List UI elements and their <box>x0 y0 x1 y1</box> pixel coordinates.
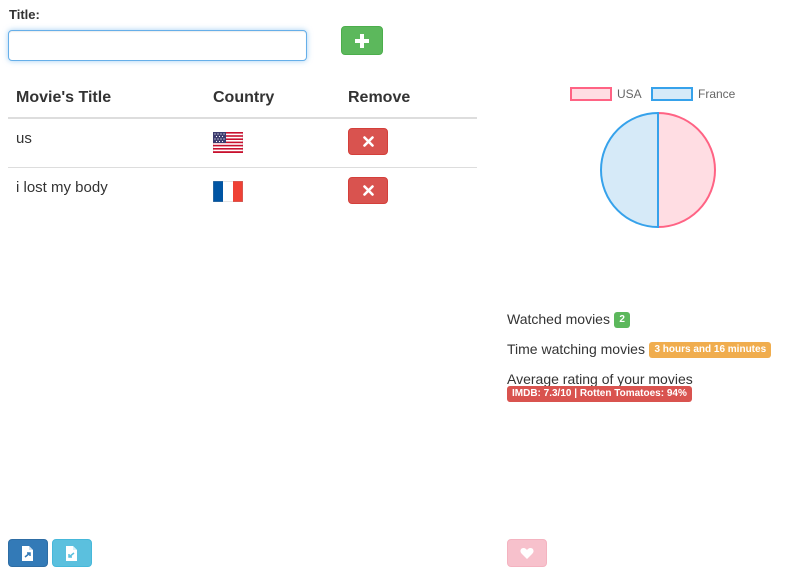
import-button[interactable] <box>52 539 92 567</box>
header-remove: Remove <box>348 88 411 106</box>
watched-count-badge: 2 <box>614 311 630 328</box>
title-input[interactable] <box>8 30 307 61</box>
time-watching-badge: 3 hours and 16 minutes <box>649 341 772 358</box>
close-icon <box>362 136 374 147</box>
usa-flag-icon <box>212 131 244 154</box>
header-title: Movie's Title <box>16 88 112 106</box>
title-label: Title: <box>9 7 40 22</box>
pie-slice-usa <box>657 111 716 229</box>
table-header: Movie's Title Country Remove <box>8 78 477 119</box>
add-movie-button[interactable] <box>341 26 383 55</box>
close-icon <box>362 185 374 196</box>
heart-icon <box>520 547 534 559</box>
watched-movies-label: Watched movies <box>507 311 610 327</box>
pie-slices <box>600 111 716 229</box>
like-button[interactable] <box>507 539 547 567</box>
legend-label-france: France <box>698 87 736 101</box>
plus-icon <box>355 33 369 48</box>
remove-button[interactable] <box>348 128 388 155</box>
header-country: Country <box>213 88 275 106</box>
table-row: i lost my body <box>8 168 477 216</box>
average-rating-label: Average rating of your movies <box>507 371 693 387</box>
file-export-icon <box>22 545 33 561</box>
table-row: us <box>8 119 477 168</box>
france-flag-icon <box>212 180 244 203</box>
remove-button[interactable] <box>348 177 388 204</box>
chart-legend: USA France <box>570 87 736 101</box>
movie-title: us <box>16 130 32 147</box>
watched-movies-stat: Watched movies 2 <box>507 311 630 329</box>
time-watching-stat: Time watching movies 3 hours and 16 minu… <box>507 341 772 359</box>
average-rating-badge: IMDB: 7.3/10 | Rotten Tomatoes: 94% <box>507 386 692 402</box>
legend-swatch-france <box>651 87 693 101</box>
legend-label-usa: USA <box>617 87 642 101</box>
file-import-icon <box>66 545 77 561</box>
export-button[interactable] <box>8 539 48 567</box>
movies-table: Movie's Title Country Remove us i lost m… <box>8 78 477 216</box>
time-watching-label: Time watching movies <box>507 341 645 357</box>
pie-slice-france <box>600 111 659 229</box>
country-pie-chart: USA France <box>570 87 736 229</box>
movie-title: i lost my body <box>16 179 108 196</box>
legend-swatch-usa <box>570 87 612 101</box>
